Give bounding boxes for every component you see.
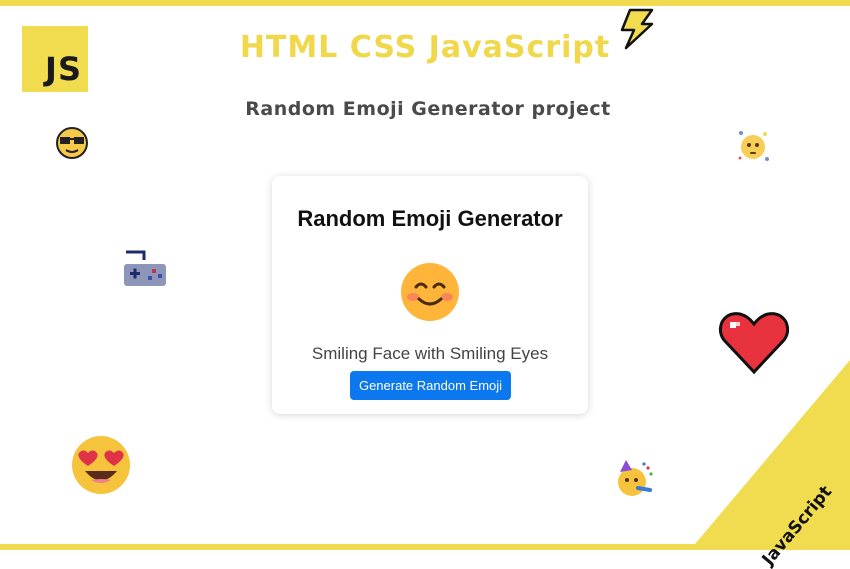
top-border xyxy=(0,0,850,6)
card-title: Random Emoji Generator xyxy=(297,206,563,231)
heart-eyes-face-icon xyxy=(72,436,130,494)
emoji-card: Random Emoji Generator Smiling Face with… xyxy=(272,176,588,414)
page-title: HTML CSS JavaScript xyxy=(239,30,611,65)
corner-banner xyxy=(690,360,850,550)
page-subtitle: Random Emoji Generator project xyxy=(245,98,611,120)
sunglasses-face-icon xyxy=(56,127,88,159)
gamepad-icon xyxy=(124,250,166,286)
lightning-icon xyxy=(620,8,654,50)
generate-random-emoji-button[interactable]: Generate Random Emoji xyxy=(350,371,511,400)
party-face-icon xyxy=(618,460,653,496)
emoji-name: Smiling Face with Smiling Eyes xyxy=(311,344,549,363)
smiling-face-icon xyxy=(401,263,459,321)
heart-icon xyxy=(718,312,790,375)
dizzy-face-icon xyxy=(738,131,769,161)
